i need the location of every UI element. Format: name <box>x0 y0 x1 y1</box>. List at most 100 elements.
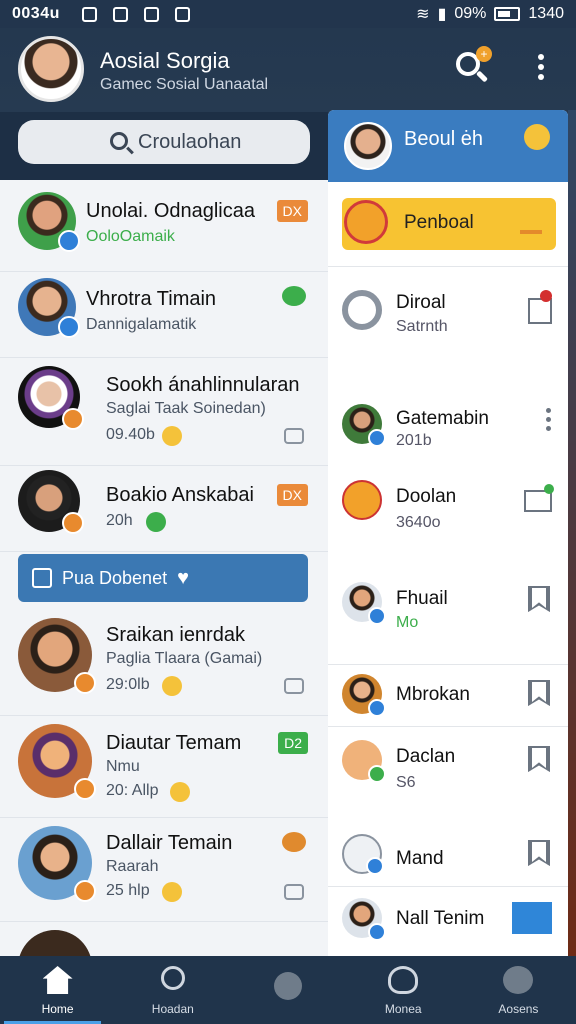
contact-avatar <box>18 470 84 534</box>
more-options-icon[interactable] <box>534 54 548 84</box>
panel-row-name: Fhuail <box>396 588 448 609</box>
bookmark-icon[interactable] <box>528 840 550 866</box>
chat-row[interactable] <box>0 922 328 956</box>
status-time: 0034u <box>12 5 60 22</box>
notification-icon <box>81 6 97 22</box>
chat-time: 20h <box>106 512 133 529</box>
new-chat-button[interactable]: Pua Dobenet ♥ <box>18 554 308 602</box>
panel-header: Beoul ėh <box>328 110 568 182</box>
panel-row[interactable]: Mbrokan <box>328 674 568 724</box>
chat-tag: D2 <box>278 732 308 754</box>
chat-row[interactable]: Diautar Temam Nmu 20: Allp D2 <box>0 716 328 818</box>
chat-time: 25 hlp <box>106 882 150 899</box>
battery-percent: 09% <box>454 5 487 22</box>
emoji-icon <box>170 782 190 802</box>
panel-row-name: Gatemabin <box>396 408 489 429</box>
chat-row[interactable]: Sookh ánahlinnularan Saglai Taak Soineda… <box>0 358 328 466</box>
app-subtitle: Gamec Sosial Uanaatal <box>100 76 269 93</box>
reaction-icon[interactable] <box>284 678 304 694</box>
bookmark-icon[interactable] <box>528 586 550 612</box>
compose-icon <box>32 568 52 588</box>
chat-row[interactable]: Dallair Temain Raarah 25 hlp <box>0 818 328 922</box>
emoji-search-icon[interactable] <box>524 124 550 150</box>
panel-row[interactable]: Doolan 3640o <box>328 476 568 556</box>
chat-preview: Paglia Tlaara (Gamai) <box>106 650 263 667</box>
status-badge-icon <box>74 672 96 694</box>
nav-home[interactable]: Home <box>0 956 115 1024</box>
nav-profile[interactable]: Aosens <box>461 956 576 1024</box>
panel-row-sub: S6 <box>396 774 416 791</box>
mail-icon[interactable] <box>512 902 552 934</box>
pet-avatar <box>342 480 382 520</box>
app-header: Aosial Sorgia Gamec Sosial Uanaatal + <box>0 28 576 112</box>
search-input[interactable]: Croulaohan <box>18 120 310 164</box>
emoji-icon <box>162 882 182 902</box>
nav-search[interactable]: Hoadan <box>115 956 230 1024</box>
nav-monea[interactable]: Monea <box>346 956 461 1024</box>
panel-row-name: Mand <box>396 848 444 869</box>
chat-row[interactable]: Boakio Anskabai 20h DX <box>0 466 328 552</box>
panel-row[interactable]: Nall Tenim <box>328 896 568 952</box>
panel-row[interactable]: Mand <box>328 834 568 884</box>
panel-row-sub: Mo <box>396 614 419 631</box>
panel-row[interactable]: Fhuail Mo <box>328 578 568 658</box>
panel-row[interactable]: Daclan S6 <box>328 740 568 820</box>
nav-label: Monea <box>384 1002 422 1016</box>
chat-name: Diautar Temam <box>106 732 242 754</box>
panel-row-sub: Satrnth <box>396 318 448 335</box>
contact-avatar <box>342 674 386 717</box>
search-badge: + <box>476 46 492 62</box>
contact-avatar <box>18 618 96 694</box>
chat-bubble-icon <box>282 286 306 306</box>
chat-row[interactable]: Vhrotra Timain Dannigalamatik <box>0 272 328 358</box>
chat-name: Sookh ánahlinnularan <box>106 374 300 396</box>
panel-row[interactable]: Gatemabin 201b <box>328 400 568 460</box>
background-edge <box>568 110 576 956</box>
new-chat-label: Pua Dobenet <box>62 567 168 588</box>
document-icon[interactable] <box>528 298 552 324</box>
panel-row[interactable]: Diroal Satrnth <box>328 286 568 382</box>
pet-avatar <box>342 740 386 783</box>
reaction-icon[interactable] <box>284 428 304 444</box>
more-options-icon[interactable] <box>546 408 552 435</box>
app-title: Aosial Sorgia <box>100 48 230 73</box>
chat-time: 09.40b <box>106 426 155 443</box>
signal-icon: ▮ <box>437 6 447 23</box>
nav-label: Hoadan <box>151 1002 194 1016</box>
highlight-label: Penboal <box>404 212 474 233</box>
side-panel[interactable]: Beoul ėh Penboal Diroal Satrnth Gatemabi… <box>328 110 568 956</box>
chat-name: Vhrotra Timain <box>86 288 217 310</box>
chat-preview: OoloOamaik <box>86 228 175 245</box>
status-badge-icon <box>62 408 84 430</box>
status-badge-icon <box>62 512 84 534</box>
chat-time: 29:0lb <box>106 676 150 693</box>
panel-row-name: Daclan <box>396 746 456 767</box>
reaction-icon[interactable] <box>284 884 304 900</box>
chat-row[interactable]: Unolai. Odnaglicaa OoloOamaik DX <box>0 180 328 272</box>
search-user-icon <box>342 290 382 330</box>
status-badge-icon <box>58 230 80 252</box>
chat-name: Unolai. Odnaglicaa <box>86 200 255 222</box>
pet-avatar <box>344 200 388 244</box>
chat-preview: Raarah <box>106 858 159 875</box>
contact-avatar <box>18 366 84 430</box>
header-search-button[interactable]: + <box>454 46 492 86</box>
status-bar: 0034u ≋ ▮ 09% 1340 <box>0 0 576 28</box>
image-icon <box>174 6 190 22</box>
panel-highlight-card[interactable]: Penboal <box>342 198 556 250</box>
wifi-icon: ≋ <box>416 6 430 23</box>
bookmark-icon[interactable] <box>528 746 550 772</box>
chat-bubble-icon <box>146 512 166 532</box>
chat-row[interactable]: Sraikan ienrdak Paglia Tlaara (Gamai) 29… <box>0 614 328 716</box>
bookmark-icon[interactable] <box>528 680 550 706</box>
nav-label: Aosens <box>498 1002 539 1016</box>
status-badge-icon <box>366 857 384 875</box>
panel-avatar[interactable] <box>344 122 392 170</box>
status-badge-icon <box>368 699 386 717</box>
home-icon <box>42 966 73 994</box>
bell-icon[interactable] <box>520 212 542 234</box>
contact-avatar <box>18 192 80 252</box>
profile-avatar[interactable] <box>18 36 84 102</box>
nav-center[interactable] <box>230 956 345 1024</box>
status-badge-icon <box>368 765 386 783</box>
